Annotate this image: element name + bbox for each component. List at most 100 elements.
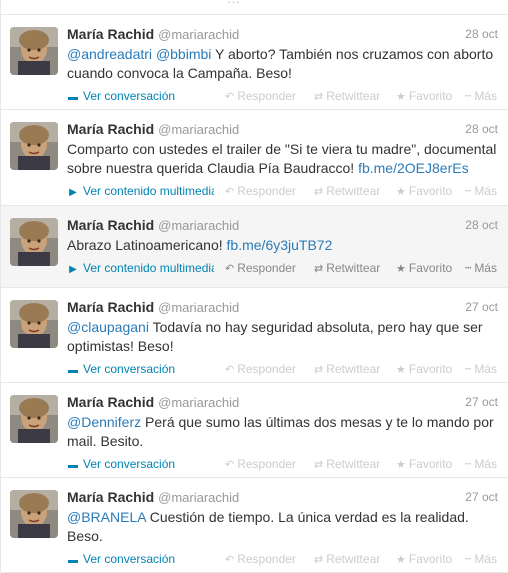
tweet-link[interactable]: @BRANELA	[67, 509, 146, 525]
view-conversation-link[interactable]: ▬ Ver conversación	[67, 455, 214, 475]
retweet-label: Retwittear	[326, 457, 381, 471]
reply-button[interactable]: ↶ Responder	[225, 182, 296, 201]
retweet-button[interactable]: ⇄ Retwittear	[314, 182, 380, 201]
tweet-date[interactable]: 27 oct	[465, 393, 498, 411]
tweet-actions: ▶ Ver contenido multimedia ↶ Responder ⇄ Retw…	[67, 182, 498, 200]
reply-button[interactable]: ↶ Responder	[225, 360, 296, 379]
author-handle[interactable]: @mariarachid	[158, 27, 239, 42]
view-media-link[interactable]: ▶ Ver contenido multimedia	[67, 182, 214, 202]
author-name[interactable]: María Rachid	[67, 121, 154, 137]
tweet-link[interactable]: fb.me/6y3juTB72	[227, 237, 333, 253]
retweet-button[interactable]: ⇄ Retwittear	[314, 360, 380, 379]
tweet[interactable]: María Rachid @mariarachid 27 oct @Denniferz…	[1, 383, 508, 478]
reply-button[interactable]: ↶ Responder	[225, 550, 296, 569]
author-handle[interactable]: @mariarachid	[158, 490, 239, 505]
favorite-button[interactable]: ★ Favorito	[396, 87, 452, 106]
retweet-button[interactable]: ⇄ Retwittear	[314, 550, 380, 569]
author-name[interactable]: María Rachid	[67, 489, 154, 505]
avatar[interactable]	[10, 490, 58, 538]
retweet-button[interactable]: ⇄ Retwittear	[314, 87, 380, 106]
author-handle[interactable]: @mariarachid	[158, 300, 239, 315]
star-icon: ★	[396, 91, 406, 103]
tweet-text-segment: Comparto con ustedes el trailer de "Si t…	[67, 141, 497, 157]
tweet[interactable]: María Rachid @mariarachid 28 oct Comparto c…	[1, 110, 508, 206]
more-label: Más	[474, 184, 497, 198]
author-handle[interactable]: @mariarachid	[158, 122, 239, 137]
speech-bubble-icon: ▬	[68, 555, 78, 566]
retweet-button[interactable]: ⇄ Retwittear	[314, 259, 380, 278]
more-button[interactable]: ••• Más	[465, 259, 497, 278]
author-name[interactable]: María Rachid	[67, 394, 154, 410]
expand-label: Ver conversación	[83, 457, 176, 471]
tweet[interactable]: María Rachid @mariarachid 27 oct @claupagan…	[1, 288, 508, 383]
reply-arrow-icon: ↶	[225, 459, 235, 471]
favorite-label: Favorito	[408, 552, 453, 566]
tweet-date[interactable]: 27 oct	[465, 298, 498, 316]
dots-icon: •••	[465, 366, 472, 373]
tweet-text-line: optimistas! Beso!	[67, 337, 498, 356]
avatar[interactable]	[10, 300, 58, 348]
reply-button[interactable]: ↶ Responder	[225, 455, 296, 474]
favorite-button[interactable]: ★ Favorito	[396, 360, 452, 379]
tweet[interactable]: María Rachid @mariarachid 28 oct Abrazo Lat…	[1, 206, 508, 288]
tweet-text-line: Abrazo Latinoamericano! fb.me/6y3juTB72	[67, 236, 498, 255]
tweet-text-line: @andreadatri @bbimbi Y aborto? También n…	[67, 45, 498, 64]
retweet-icon: ⇄	[314, 263, 324, 275]
tweet-link[interactable]: fb.me/2OEJ8erEs	[358, 160, 469, 176]
dots-icon: •••	[465, 265, 472, 272]
avatar[interactable]	[10, 218, 58, 266]
avatar[interactable]	[10, 27, 58, 75]
favorite-button[interactable]: ★ Favorito	[396, 550, 452, 569]
tweet-header: María Rachid @mariarachid 28 oct	[67, 120, 498, 138]
dots-icon: •••	[465, 93, 472, 100]
tweet-header: María Rachid @mariarachid 27 oct	[67, 298, 498, 316]
tweet-text-line: Comparto con ustedes el trailer de "Si t…	[67, 140, 498, 159]
tweet-actions: ▬ Ver conversación ↶ Responder ⇄ Retwittear ★ F…	[67, 360, 498, 378]
tweet-text-segment: Abrazo Latinoamericano!	[67, 237, 227, 253]
expand-label: Ver conversación	[83, 362, 176, 376]
more-label: Más	[474, 89, 497, 103]
view-media-link[interactable]: ▶ Ver contenido multimedia	[67, 259, 214, 279]
tweet-text-segment: mail. Besito.	[67, 433, 144, 449]
dots-icon: •••	[465, 188, 472, 195]
author-handle[interactable]: @mariarachid	[158, 218, 239, 233]
expand-label: Ver conversación	[83, 552, 176, 566]
favorite-button[interactable]: ★ Favorito	[396, 182, 452, 201]
tweet-link[interactable]: @bbimbi	[156, 46, 211, 62]
more-button[interactable]: ••• Más	[465, 550, 497, 569]
view-conversation-link[interactable]: ▬ Ver conversación	[67, 360, 214, 380]
tweet-link[interactable]: @claupagani	[67, 319, 149, 335]
tweet-link[interactable]: @andreadatri	[67, 46, 152, 62]
avatar[interactable]	[10, 122, 58, 170]
tweet[interactable]: María Rachid @mariarachid 28 oct @andreadat…	[1, 15, 508, 110]
tweet-date[interactable]: 28 oct	[465, 25, 498, 43]
tweet-date[interactable]: 28 oct	[465, 216, 498, 234]
reply-label: Responder	[237, 552, 296, 566]
favorite-button[interactable]: ★ Favorito	[396, 259, 452, 278]
more-button[interactable]: ••• Más	[465, 182, 497, 201]
cutoff-actions: ···	[227, 0, 240, 9]
author-name[interactable]: María Rachid	[67, 299, 154, 315]
retweet-button[interactable]: ⇄ Retwittear	[314, 455, 380, 474]
more-button[interactable]: ••• Más	[465, 87, 497, 106]
reply-button[interactable]: ↶ Responder	[225, 87, 296, 106]
tweet-link[interactable]: @Denniferz	[67, 414, 141, 430]
more-button[interactable]: ••• Más	[465, 455, 497, 474]
author-handle[interactable]: @mariarachid	[158, 395, 239, 410]
view-conversation-link[interactable]: ▬ Ver conversación	[67, 550, 214, 570]
view-conversation-link[interactable]: ▬ Ver conversación	[67, 87, 214, 107]
author-name[interactable]: María Rachid	[67, 26, 154, 42]
more-label: Más	[474, 457, 497, 471]
tweet-date[interactable]: 28 oct	[465, 120, 498, 138]
reply-button[interactable]: ↶ Responder	[225, 259, 296, 278]
tweet-text-segment: sobre nuestra querida Claudia Pía Baudra…	[67, 160, 359, 176]
tweet-date[interactable]: 27 oct	[465, 488, 498, 506]
avatar[interactable]	[10, 395, 58, 443]
more-button[interactable]: ••• Más	[465, 360, 497, 379]
previous-tweet-edge: ···	[1, 0, 508, 15]
author-name[interactable]: María Rachid	[67, 217, 154, 233]
tweet[interactable]: María Rachid @mariarachid 27 oct @BRANELA C…	[1, 478, 508, 573]
favorite-button[interactable]: ★ Favorito	[396, 455, 452, 474]
star-icon: ★	[396, 186, 406, 198]
reply-arrow-icon: ↶	[225, 554, 235, 566]
